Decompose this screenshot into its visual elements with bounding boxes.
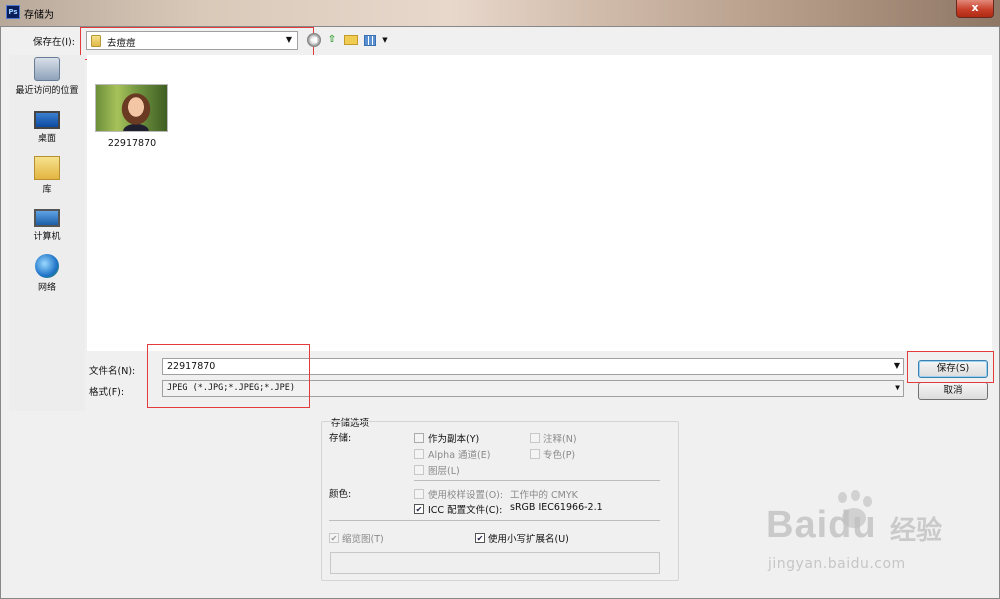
spot-colors-label: 专色(P)	[543, 450, 576, 461]
cancel-button[interactable]: 取消	[918, 382, 988, 400]
filename-value: 22917870	[167, 361, 216, 372]
warning-field	[330, 552, 660, 574]
image-thumbnail	[95, 84, 168, 132]
highlight-box-filename	[147, 344, 310, 408]
format-value: JPEG (*.JPG;*.JPEG;*.JPE)	[167, 383, 295, 393]
icc-profile-label: ICC 配置文件(C):	[428, 505, 503, 516]
icc-profile-value: sRGB IEC61966-2.1	[510, 502, 603, 513]
back-icon[interactable]: ◀	[307, 33, 321, 47]
alpha-channels-label: Alpha 通道(E)	[428, 450, 491, 461]
view-menu-icon[interactable]	[364, 35, 376, 46]
thumbnail-label: 缩览图(T)	[342, 534, 384, 545]
thumbnail-checkbox[interactable]: ✔	[329, 533, 339, 543]
place-label: 桌面	[37, 134, 56, 144]
new-folder-icon[interactable]	[344, 35, 358, 45]
separator	[414, 480, 660, 481]
photoshop-app-icon: Ps	[6, 5, 20, 19]
place-recent[interactable]: 最近访问的位置	[9, 57, 85, 96]
save-button[interactable]: 保存(S)	[918, 360, 988, 378]
place-label: 计算机	[33, 232, 61, 242]
layers-checkbox[interactable]	[414, 465, 424, 475]
format-label: 格式(F):	[89, 387, 125, 398]
chevron-down-icon[interactable]: ▼	[895, 383, 900, 392]
icc-profile-checkbox[interactable]: ✔	[414, 504, 424, 514]
chevron-down-icon[interactable]: ▼	[894, 361, 900, 370]
place-library[interactable]: 库	[9, 156, 85, 195]
place-label: 库	[42, 185, 52, 195]
proof-setup-checkbox[interactable]	[414, 489, 424, 499]
spot-colors-checkbox[interactable]	[530, 449, 540, 459]
as-copy-label: 作为副本(Y)	[428, 434, 480, 445]
window-title: 存储为	[24, 10, 54, 21]
place-network[interactable]: 网络	[9, 254, 85, 293]
view-menu-arrow-icon[interactable]: ▼	[378, 33, 392, 47]
proof-setup-label: 使用校样设置(O):	[428, 490, 504, 501]
save-in-label: 保存在(I):	[33, 37, 75, 48]
places-bar: 最近访问的位置 桌面 库 计算机 网络	[9, 55, 85, 411]
color-label: 颜色:	[329, 489, 352, 500]
library-icon	[34, 156, 60, 180]
desktop-icon	[34, 111, 60, 129]
notes-label: 注释(N)	[543, 434, 577, 445]
folder-icon	[91, 35, 101, 47]
close-button[interactable]: x	[956, 0, 994, 18]
filename-label: 文件名(N):	[89, 366, 136, 377]
lowercase-extension-label: 使用小写扩展名(U)	[488, 534, 569, 545]
storage-options-group: 存储: 作为副本(Y) 注释(N) Alpha 通道(E) 专色(P) 图层(L…	[321, 421, 679, 581]
place-desktop[interactable]: 桌面	[9, 107, 85, 144]
network-icon	[35, 254, 59, 278]
file-item[interactable]: 22917870	[95, 84, 169, 149]
separator	[329, 520, 660, 521]
format-select[interactable]: JPEG (*.JPG;*.JPEG;*.JPE) ▼	[162, 380, 904, 397]
place-label: 网络	[37, 283, 56, 293]
filename-input[interactable]: 22917870 ▼	[162, 358, 904, 375]
title-bar: Ps 存储为 x	[0, 0, 1000, 26]
save-in-combobox[interactable]: 去痘痘 ▼	[86, 31, 298, 50]
computer-icon	[34, 209, 60, 227]
file-name-label: 22917870	[107, 138, 157, 149]
notes-checkbox[interactable]	[530, 433, 540, 443]
save-as-dialog: 保存在(I): 去痘痘 ▼ ◀ ⇧ ▼ 最近访问的位置 桌面 库 计算机 网络 …	[0, 26, 1000, 599]
save-in-value: 去痘痘	[107, 38, 136, 49]
place-label: 最近访问的位置	[15, 86, 79, 96]
storage-label: 存储:	[329, 433, 352, 444]
recent-places-icon	[34, 57, 60, 81]
file-list-view[interactable]: 22917870	[87, 55, 992, 351]
up-folder-icon[interactable]: ⇧	[325, 33, 339, 47]
layers-label: 图层(L)	[428, 466, 460, 477]
as-copy-checkbox[interactable]	[414, 433, 424, 443]
place-computer[interactable]: 计算机	[9, 205, 85, 242]
proof-setup-value: 工作中的 CMYK	[510, 490, 578, 501]
chevron-down-icon[interactable]: ▼	[286, 35, 292, 44]
alpha-channels-checkbox[interactable]	[414, 449, 424, 459]
lowercase-extension-checkbox[interactable]: ✔	[475, 533, 485, 543]
